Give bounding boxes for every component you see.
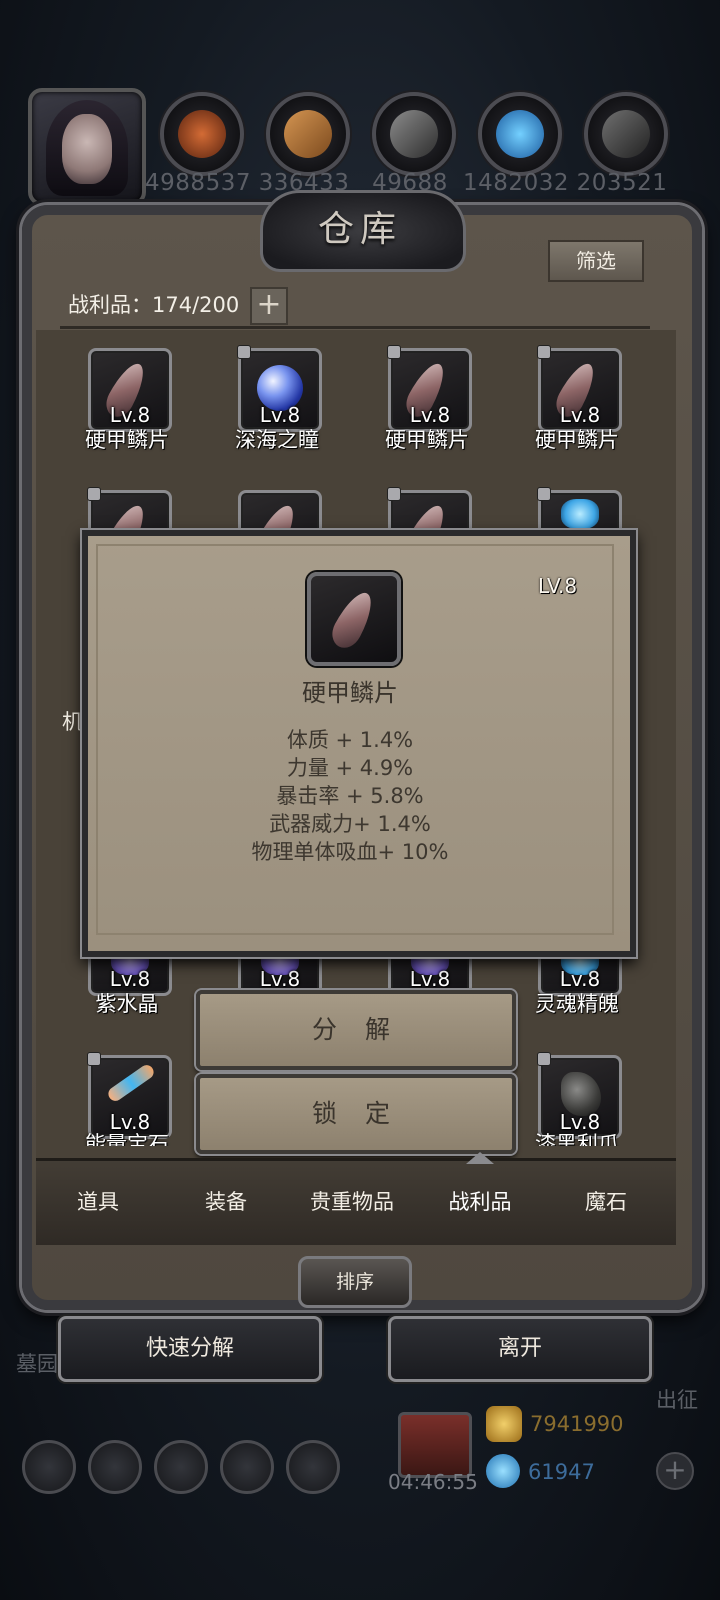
soul-icon	[561, 499, 599, 529]
item-slot[interactable]: Lv.8	[88, 348, 172, 432]
detail-stat: 武器威力+ 1.4%	[269, 812, 431, 836]
mail-icon[interactable]	[154, 1440, 208, 1494]
sort-button[interactable]: 排序	[298, 1256, 412, 1308]
decompose-button[interactable]: 分 解	[196, 990, 516, 1070]
item-name: 紫水晶	[95, 992, 159, 1016]
detail-stat: 暴击率 + 5.8%	[276, 784, 424, 808]
item-name: 漆黑利爪	[535, 1132, 619, 1146]
crystal-icon	[496, 110, 544, 158]
gift-timer: 04:46:55	[388, 1470, 478, 1494]
expand-capacity-button[interactable]: +	[250, 287, 288, 325]
item-name: 硬甲鳞片	[385, 428, 469, 452]
item-level: Lv.8	[409, 967, 451, 991]
detail-stat: 体质 + 1.4%	[286, 728, 414, 752]
page-title: 仓库	[317, 209, 402, 250]
lock-button[interactable]: 锁 定	[196, 1074, 516, 1154]
detail-stat: 物理单体吸血+ 10%	[251, 840, 449, 864]
gold-icon	[486, 1406, 522, 1442]
side-left-text: 机	[62, 710, 83, 734]
resource-meat-button[interactable]	[160, 92, 244, 176]
left-hud-label: 墓园	[16, 1352, 58, 1376]
item-name: 深海之瞳	[235, 428, 319, 452]
right-hud-label: 出征	[656, 1388, 698, 1412]
item-slot[interactable]: Lv.8	[237, 345, 322, 432]
resource-count-crystal: 1482032	[463, 170, 569, 196]
item-name: 灵魂精魄	[535, 992, 619, 1016]
tab-valuables[interactable]: 贵重物品	[292, 1186, 412, 1216]
resource-wood-button[interactable]	[266, 92, 350, 176]
hero-avatar[interactable]	[28, 88, 146, 206]
resource-count-meat: 4988537	[145, 170, 251, 196]
gold-amount: 7941990	[530, 1412, 624, 1436]
meat-icon	[178, 110, 226, 158]
filter-button[interactable]: 筛选	[548, 240, 644, 282]
tab-loot[interactable]: 战利品	[420, 1186, 540, 1216]
tab-magic-stones[interactable]: 魔石	[546, 1186, 666, 1216]
energy-gem-icon	[105, 1062, 157, 1104]
lock-icon	[87, 1052, 101, 1066]
item-slot[interactable]: Lv.8	[87, 1052, 172, 1139]
item-level: Lv.8	[259, 967, 301, 991]
leave-button[interactable]: 离开	[388, 1316, 652, 1382]
lock-icon	[237, 345, 251, 359]
settings-icon[interactable]	[22, 1440, 76, 1494]
iron-icon	[602, 110, 650, 158]
detail-item-icon	[307, 572, 401, 666]
lock-icon	[87, 487, 101, 501]
divider	[60, 326, 650, 329]
item-slot[interactable]: Lv.8	[387, 345, 472, 432]
item-name: 硬甲鳞片	[535, 428, 619, 452]
tab-equipment[interactable]: 装备	[166, 1186, 286, 1216]
wood-icon	[284, 110, 332, 158]
item-slot[interactable]: Lv.8	[537, 345, 622, 432]
lock-icon	[387, 345, 401, 359]
detail-stat: 力量 + 4.9%	[286, 756, 414, 780]
resource-iron-button[interactable]	[584, 92, 668, 176]
tab-items[interactable]: 道具	[38, 1186, 158, 1216]
gem-amount: 61947	[528, 1460, 595, 1484]
map-icon[interactable]	[286, 1440, 340, 1494]
add-currency-button[interactable]: +	[656, 1452, 694, 1490]
resource-ore-button[interactable]	[372, 92, 456, 176]
gem-icon	[486, 1454, 520, 1488]
lock-icon	[537, 487, 551, 501]
ore-icon	[390, 110, 438, 158]
resource-count-iron: 203521	[576, 170, 668, 196]
hero-icon[interactable]	[88, 1440, 142, 1494]
resource-crystal-button[interactable]	[478, 92, 562, 176]
scale-icon	[326, 586, 380, 654]
item-name: 硬甲鳞片	[85, 428, 169, 452]
quick-decompose-button[interactable]: 快速分解	[58, 1316, 322, 1382]
loot-capacity-label: 战利品：174/200	[68, 293, 240, 317]
avatar-face	[62, 114, 112, 184]
detail-item-name: 硬甲鳞片	[302, 679, 398, 707]
book-icon[interactable]	[220, 1440, 274, 1494]
item-slot[interactable]: Lv.8	[537, 1052, 622, 1139]
detail-level: LV.8	[538, 574, 578, 598]
lock-icon	[537, 345, 551, 359]
lock-icon	[387, 487, 401, 501]
active-tab-indicator	[466, 1152, 494, 1164]
lock-icon	[537, 1052, 551, 1066]
gift-icon[interactable]	[398, 1412, 472, 1478]
item-name: 能量宝石	[85, 1132, 169, 1146]
